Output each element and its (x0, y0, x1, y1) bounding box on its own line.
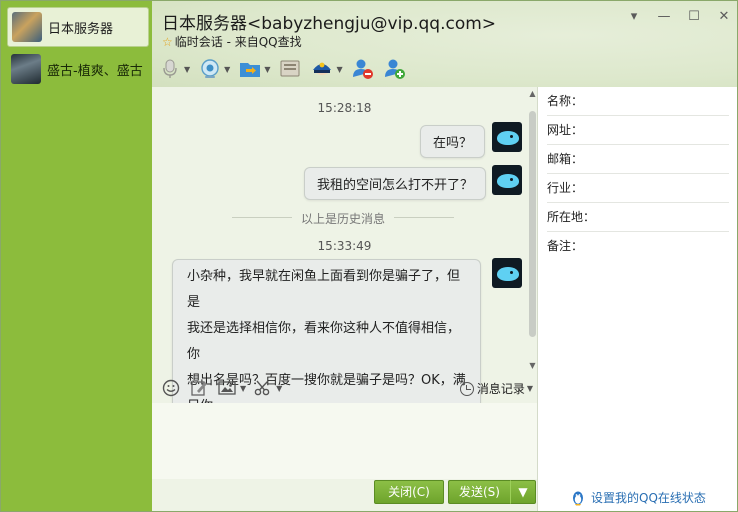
info-location: 所在地： (547, 203, 729, 232)
contact-sidebar: 日本服务器 盛古-植爽、盛古 (1, 1, 152, 511)
chevron-down-icon[interactable]: ▼ (276, 384, 282, 393)
online-status-label: 设置我的QQ在线状态 (591, 491, 706, 505)
chevron-down-icon: ▼ (184, 64, 191, 74)
chat-subtitle: ☆ 临时会话 - 来自QQ查找 (162, 33, 302, 50)
whale-icon (497, 131, 519, 145)
screen-icon (278, 57, 302, 81)
info-website: 网址： (547, 116, 729, 145)
message-bubble: 我租的空间怎么打不开了？ (304, 167, 487, 200)
camera-icon (198, 57, 222, 81)
avatar (492, 258, 522, 288)
message-history-button[interactable]: 消息记录 ▼ (459, 380, 533, 397)
message-list: 15:28:18 在吗？ 我租的空间怎么打不开了？ 以上是历史消息 15:33:… (152, 89, 537, 425)
window-controls: ▾ — ☐ ✕ (625, 9, 733, 25)
qq-penguin-icon (570, 490, 586, 506)
scissors-icon[interactable] (254, 379, 272, 397)
block-contact-button[interactable] (351, 56, 375, 82)
contact-item-shenggu[interactable]: 盛古-植爽、盛古 (7, 49, 149, 89)
chevron-down-icon: ▼ (526, 384, 533, 393)
chat-window: 日本服务器 盛古-植爽、盛古 日本服务器<babyzhengju@vip.qq.… (0, 0, 738, 512)
history-divider: 以上是历史消息 (232, 210, 454, 227)
subtitle-text: 临时会话 - 来自QQ查找 (174, 35, 302, 49)
contact-info-panel: 名称： 网址： 邮箱： 行业： 所在地： 备注： 设置我的QQ在线状态 (537, 87, 737, 511)
font-edit-icon[interactable] (190, 379, 208, 397)
timestamp: 15:28:18 (317, 101, 372, 115)
chevron-down-icon: ▼ (264, 64, 271, 74)
send-options-button[interactable]: ▼ (510, 480, 536, 504)
chevron-down-icon: ▼ (224, 64, 231, 74)
message-line: 小杂种，我早就在闲鱼上面看到你是骗子了，但是 (187, 269, 461, 310)
contact-name: 盛古-植爽、盛古 (47, 63, 143, 79)
timestamp: 15:33:49 (317, 239, 372, 253)
add-friend-button[interactable] (383, 56, 407, 82)
clock-icon (459, 381, 474, 396)
folder-icon (238, 57, 262, 81)
add-user-icon (383, 57, 407, 81)
avatar (492, 165, 522, 195)
contact-name: 日本服务器 (48, 21, 114, 37)
close-button[interactable]: 关闭(C) (374, 480, 444, 504)
whale-icon (497, 174, 519, 188)
info-email: 邮箱： (547, 145, 729, 174)
send-button[interactable]: 发送(S) (448, 480, 510, 504)
maximize-icon[interactable]: ☐ (685, 9, 703, 25)
message-bubble: 在吗？ (420, 125, 486, 158)
remote-desktop-button[interactable] (278, 56, 302, 82)
chat-toolbar: ▼ ▼ ▼ ▼ (158, 55, 415, 83)
send-file-button[interactable]: ▼ (238, 56, 270, 82)
info-industry: 行业： (547, 174, 729, 203)
info-name: 名称： (547, 87, 729, 116)
chevron-down-icon: ▼ (336, 64, 343, 74)
set-online-status-link[interactable]: 设置我的QQ在线状态 (570, 489, 706, 506)
chat-main: 日本服务器<babyzhengju@vip.qq.com> ☆ 临时会话 - 来… (152, 1, 737, 511)
minimize-icon[interactable]: — (655, 9, 673, 25)
emoji-icon[interactable] (162, 379, 180, 397)
chevron-down-icon: ▼ (518, 485, 528, 499)
message-input[interactable] (152, 403, 537, 479)
chat-title: 日本服务器<babyzhengju@vip.qq.com> (162, 14, 497, 34)
chevron-down-icon[interactable]: ▼ (240, 384, 246, 393)
image-icon[interactable] (218, 379, 236, 397)
avatar (12, 12, 42, 42)
message-history-label: 消息记录 (476, 382, 525, 396)
microphone-icon (158, 57, 182, 81)
message-line: 我还是选择相信你，看来你这种人不值得相信，你 (187, 321, 461, 362)
close-icon[interactable]: ✕ (715, 9, 733, 25)
info-note: 备注： (547, 239, 584, 253)
avatar (11, 54, 41, 84)
menu-dropdown-icon[interactable]: ▾ (625, 9, 643, 25)
scroll-thumb[interactable] (529, 111, 536, 337)
police-report-button[interactable]: ▼ (310, 56, 343, 82)
scroll-up-icon[interactable]: ▲ (528, 89, 537, 98)
video-call-button[interactable]: ▼ (198, 56, 230, 82)
police-cap-icon (310, 57, 334, 81)
scroll-down-icon[interactable]: ▼ (528, 361, 537, 370)
star-icon: ☆ (162, 34, 173, 49)
whale-icon (497, 267, 519, 281)
avatar (492, 122, 522, 152)
remove-user-icon (351, 57, 375, 81)
contact-item-japan-server[interactable]: 日本服务器 (7, 7, 149, 47)
input-toolbar: ▼ ▼ 消息记录 ▼ (152, 374, 537, 402)
message-scrollbar[interactable]: ▲ ▼ (528, 89, 537, 373)
voice-call-button[interactable]: ▼ (158, 56, 190, 82)
